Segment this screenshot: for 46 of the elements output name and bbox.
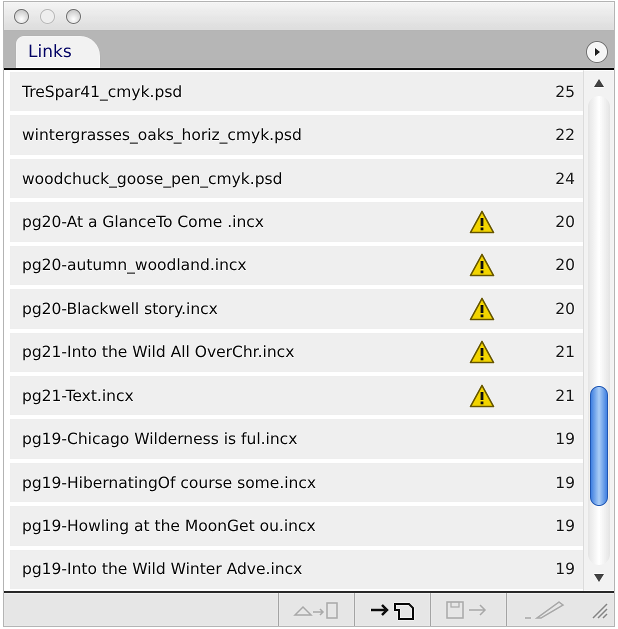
page-number: 22 <box>554 126 576 144</box>
link-row[interactable]: pg19-HibernatingOf course some.incx 19 <box>10 462 583 502</box>
scrollbar[interactable] <box>583 70 614 591</box>
zoom-button[interactable] <box>66 8 81 24</box>
page-number: 24 <box>554 170 576 188</box>
link-row[interactable]: pg20-Blackwell story.incx 20 <box>10 289 583 329</box>
link-row[interactable]: pg21-Into the Wild All OverChr.incx 21 <box>10 332 583 372</box>
link-row[interactable]: pg19-Into the Wild Winter Adve.incx 19 <box>10 550 583 590</box>
page-number: 21 <box>554 386 576 405</box>
panel-menu-button[interactable] <box>586 41 608 63</box>
link-row[interactable]: TreSpar41_cmyk.psd 25 <box>10 72 583 112</box>
page-number: 19 <box>554 516 576 535</box>
link-row[interactable]: wintergrasses_oaks_horiz_cmyk.psd 22 <box>10 115 583 155</box>
page-number: 20 <box>554 256 576 274</box>
link-name: pg20-Blackwell story.incx <box>22 300 219 318</box>
play-triangle-icon <box>592 47 602 57</box>
link-name: TreSpar41_cmyk.psd <box>22 82 184 101</box>
link-name: pg20-At a GlanceTo Come .incx <box>22 212 265 231</box>
page-number: 19 <box>554 430 576 448</box>
scroll-down-arrow-icon[interactable] <box>593 573 605 583</box>
link-name: wintergrasses_oaks_horiz_cmyk.psd <box>22 126 303 144</box>
link-name: pg20-autumn_woodland.incx <box>22 256 248 274</box>
link-name: pg19-Into the Wild Winter Adve.incx <box>22 560 304 578</box>
link-row[interactable]: pg19-Howling at the MoonGet ou.incx 19 <box>10 506 583 546</box>
link-name: pg19-HibernatingOf course some.incx <box>22 474 318 492</box>
page-number: 25 <box>554 82 576 101</box>
scroll-up-arrow-icon[interactable] <box>593 78 605 88</box>
page-number: 20 <box>554 300 576 318</box>
link-row[interactable]: woodchuck_goose_pen_cmyk.psd 24 <box>10 158 583 198</box>
scroll-thumb[interactable] <box>590 386 608 506</box>
close-button[interactable] <box>14 8 29 24</box>
link-name: pg19-Howling at the MoonGet ou.incx <box>22 516 317 535</box>
link-row[interactable]: pg21-Text.incx 21 <box>10 376 583 416</box>
page-number: 21 <box>554 343 576 362</box>
page-number: 20 <box>554 212 576 231</box>
link-row[interactable]: pg19-Chicago Wilderness is ful.incx 19 <box>10 419 583 459</box>
link-name: woodchuck_goose_pen_cmyk.psd <box>22 170 284 188</box>
tab[interactable]: Links <box>16 36 100 68</box>
page-number: 19 <box>554 474 576 492</box>
link-name: pg21-Into the Wild All OverChr.incx <box>22 343 296 362</box>
link-name: pg19-Chicago Wilderness is ful.incx <box>22 430 298 448</box>
link-row[interactable]: pg20-autumn_woodland.incx 20 <box>10 246 583 286</box>
link-name: pg21-Text.incx <box>22 386 135 405</box>
resize-grip-icon[interactable] <box>590 600 608 618</box>
page-number: 19 <box>554 560 576 578</box>
link-row[interactable]: pg20-At a GlanceTo Come .incx 20 <box>10 202 583 242</box>
